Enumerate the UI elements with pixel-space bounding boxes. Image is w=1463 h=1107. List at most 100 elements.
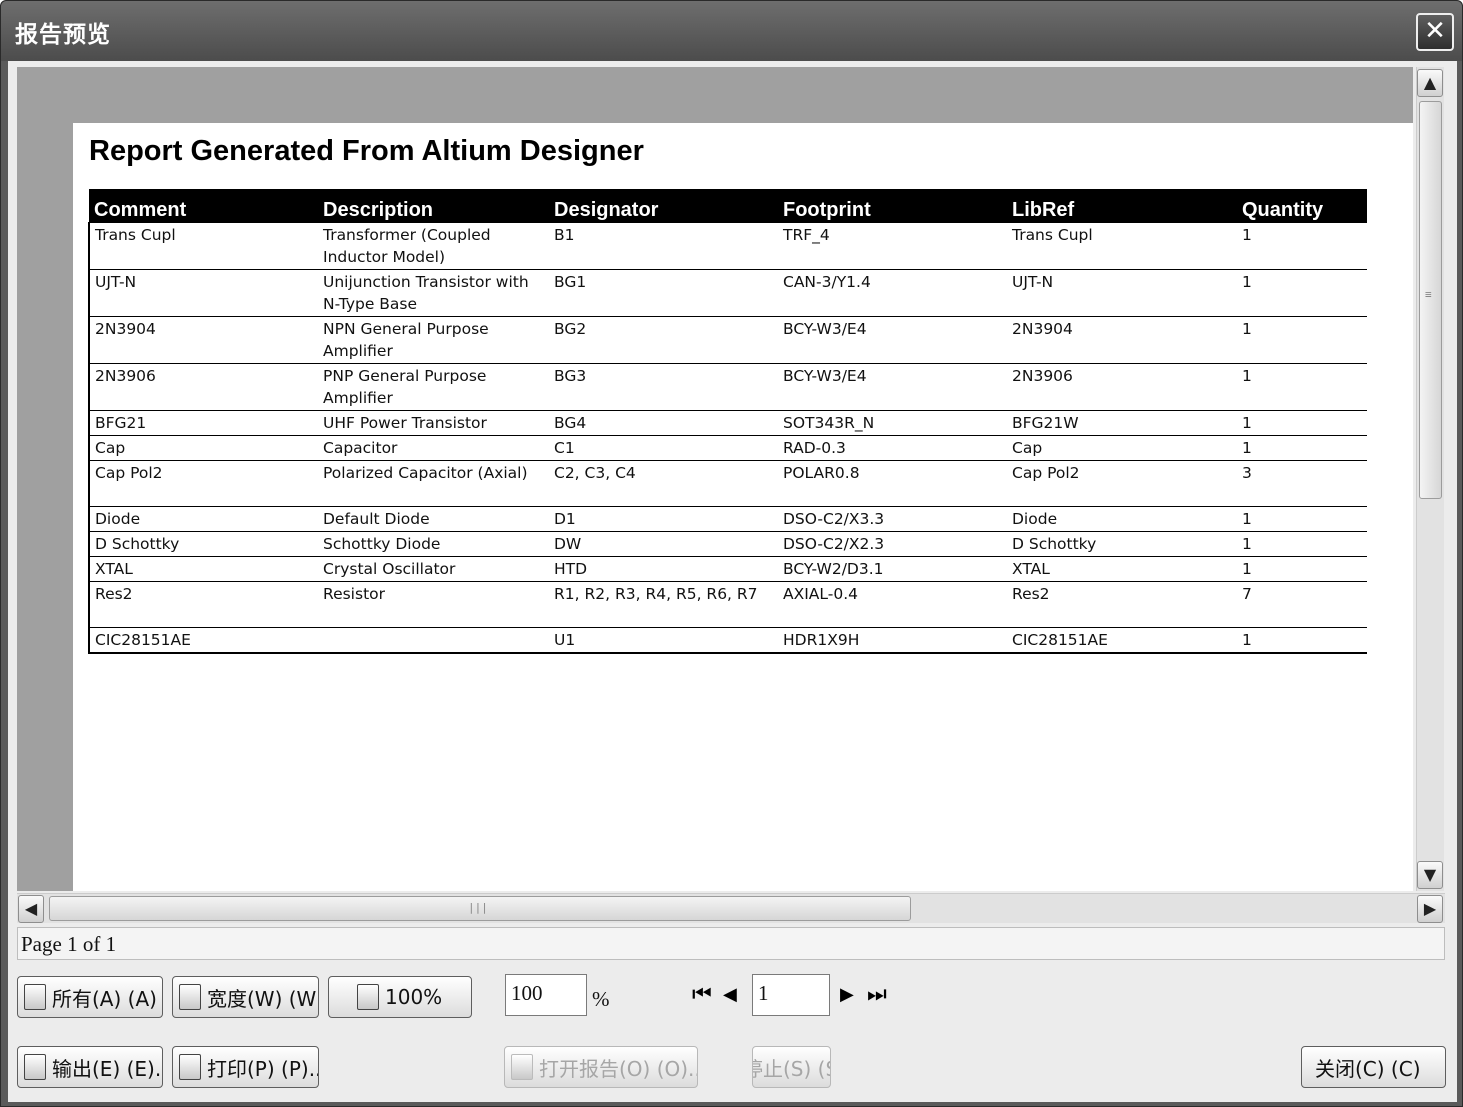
cell-footprint: HDR1X9H — [778, 626, 1007, 654]
cell-description: Default Diode — [318, 505, 549, 532]
page-width-icon — [179, 984, 201, 1010]
cell-description — [318, 626, 549, 654]
column-header-quantity: Quantity — [1237, 189, 1367, 222]
report-preview-pane[interactable]: Report Generated From Altium Designer Co… — [17, 67, 1413, 891]
cell-libref: BFG21W — [1007, 409, 1237, 436]
cell-comment: Cap — [88, 434, 318, 461]
cell-quantity: 1 — [1237, 626, 1367, 654]
cell-comment: Cap Pol2 — [88, 459, 318, 507]
cell-footprint: TRF_4 — [778, 221, 1007, 270]
horizontal-scrollbar[interactable]: ◀ ||| ▶ — [17, 893, 1445, 923]
fit-width-label: 宽度(W) (W) — [207, 986, 319, 1011]
cell-quantity: 1 — [1237, 530, 1367, 557]
cell-comment: Trans Cupl — [88, 221, 318, 270]
window-title: 报告预览 — [15, 22, 111, 48]
cell-comment: UJT-N — [88, 268, 318, 317]
cell-designator: BG1 — [549, 268, 778, 317]
column-header-footprint: Footprint — [778, 189, 1007, 222]
cell-description: Crystal Oscillator — [318, 555, 549, 582]
fit-all-button[interactable]: 所有(A) (A) — [17, 976, 163, 1018]
next-page-icon[interactable]: ▶ — [840, 984, 854, 1005]
page-indicator: Page 1 of 1 — [21, 932, 117, 956]
chevron-up-icon: ▲ — [1423, 73, 1437, 92]
cell-comment: Diode — [88, 505, 318, 532]
cell-libref: Trans Cupl — [1007, 221, 1237, 270]
cell-footprint: DSO-C2/X3.3 — [778, 505, 1007, 532]
scroll-down-button[interactable]: ▼ — [1417, 861, 1443, 889]
page-icon — [24, 984, 46, 1010]
title-bar: 报告预览 ✕ — [1, 1, 1462, 61]
export-button[interactable]: 输出(E) (E)... — [17, 1046, 163, 1088]
open-report-label: 打开报告(O) (O)... — [539, 1056, 698, 1081]
open-report-button[interactable]: 打开报告(O) (O)... — [504, 1046, 698, 1088]
scroll-left-button[interactable]: ◀ — [18, 895, 44, 923]
cell-quantity: 1 — [1237, 268, 1367, 317]
close-dialog-button[interactable]: 关闭(C) (C) — [1301, 1046, 1446, 1088]
prev-page-icon[interactable]: ◀ — [723, 984, 737, 1005]
cell-libref: D Schottky — [1007, 530, 1237, 557]
cell-designator: BG3 — [549, 362, 778, 411]
bom-table: Comment Description Designator Footprint… — [88, 189, 1367, 654]
first-page-icon[interactable]: ⏮ — [692, 982, 712, 1007]
cell-footprint: SOT343R_N — [778, 409, 1007, 436]
cell-designator: C1 — [549, 434, 778, 461]
cell-designator: D1 — [549, 505, 778, 532]
column-header-libref: LibRef — [1007, 189, 1237, 222]
vertical-scroll-thumb[interactable]: ≡ — [1419, 101, 1442, 499]
cell-designator: DW — [549, 530, 778, 557]
status-bar: Page 1 of 1 — [17, 927, 1445, 960]
open-report-icon — [511, 1054, 533, 1080]
last-page-icon[interactable]: ⏭ — [867, 982, 887, 1007]
close-window-button[interactable]: ✕ — [1416, 13, 1454, 51]
cell-designator: B1 — [549, 221, 778, 270]
report-title: Report Generated From Altium Designer — [89, 135, 644, 167]
cell-comment: D Schottky — [88, 530, 318, 557]
table-row: UJT-N Unijunction Transistor with N-Type … — [88, 268, 1367, 317]
cell-quantity: 7 — [1237, 580, 1367, 628]
cell-description: Transformer (Coupled Inductor Model) — [318, 221, 549, 270]
cell-libref: Cap — [1007, 434, 1237, 461]
stop-button[interactable]: 停止(S) (S) — [752, 1046, 831, 1088]
cell-libref: Res2 — [1007, 580, 1237, 628]
cell-designator: U1 — [549, 626, 778, 654]
page-number-input[interactable]: 1 — [752, 974, 830, 1016]
cell-description: Polarized Capacitor (Axial) — [318, 459, 549, 507]
printer-icon — [179, 1054, 201, 1080]
cell-footprint: POLAR0.8 — [778, 459, 1007, 507]
table-row: Cap Pol2 Polarized Capacitor (Axial) C2, C… — [88, 459, 1367, 507]
fit-width-button[interactable]: 宽度(W) (W) — [172, 976, 319, 1018]
chevron-down-icon: ▼ — [1423, 865, 1437, 884]
close-icon: ✕ — [1424, 16, 1446, 46]
close-dialog-label: 关闭(C) (C) — [1315, 1056, 1421, 1081]
cell-description: UHF Power Transistor — [318, 409, 549, 436]
cell-libref: Cap Pol2 — [1007, 459, 1237, 507]
table-row: Res2 Resistor R1, R2, R3, R4, R5, R6, R7 AX… — [88, 580, 1367, 628]
cell-designator: BG2 — [549, 315, 778, 364]
export-icon — [24, 1054, 46, 1080]
cell-comment: CIC28151AE — [88, 626, 318, 654]
cell-libref: 2N3904 — [1007, 315, 1237, 364]
print-button[interactable]: 打印(P) (P)... — [172, 1046, 319, 1088]
zoom-page-icon — [357, 984, 379, 1010]
scroll-up-button[interactable]: ▲ — [1417, 69, 1443, 97]
cell-comment: XTAL — [88, 555, 318, 582]
cell-footprint: BCY-W3/E4 — [778, 315, 1007, 364]
zoom-percent-input[interactable]: 100 — [505, 974, 587, 1016]
horizontal-scroll-thumb[interactable]: ||| — [49, 896, 911, 921]
table-header-row: Comment Description Designator Footprint… — [89, 189, 1367, 222]
zoom-100-button[interactable]: 100% — [328, 976, 472, 1018]
dialog-client-area: Report Generated From Altium Designer Co… — [8, 61, 1457, 1102]
chevron-right-icon: ▶ — [1423, 899, 1437, 918]
table-row: CIC28151AE U1 HDR1X9H CIC28151AE 1 — [88, 626, 1367, 654]
fit-all-label: 所有(A) (A) — [52, 986, 157, 1011]
scroll-right-button[interactable]: ▶ — [1417, 895, 1443, 923]
vertical-scrollbar[interactable]: ▲ ≡ ▼ — [1416, 67, 1444, 891]
cell-libref: CIC28151AE — [1007, 626, 1237, 654]
report-preview-window: 报告预览 ✕ Report Generated From Altium Desi… — [0, 0, 1463, 1107]
cell-description: Capacitor — [318, 434, 549, 461]
table-row: Trans Cupl Transformer (Coupled Inductor … — [88, 221, 1367, 270]
cell-quantity: 1 — [1237, 434, 1367, 461]
cell-quantity: 1 — [1237, 409, 1367, 436]
table-row: BFG21 UHF Power Transistor BG4 SOT343R_N BFG… — [88, 409, 1367, 436]
cell-quantity: 1 — [1237, 505, 1367, 532]
